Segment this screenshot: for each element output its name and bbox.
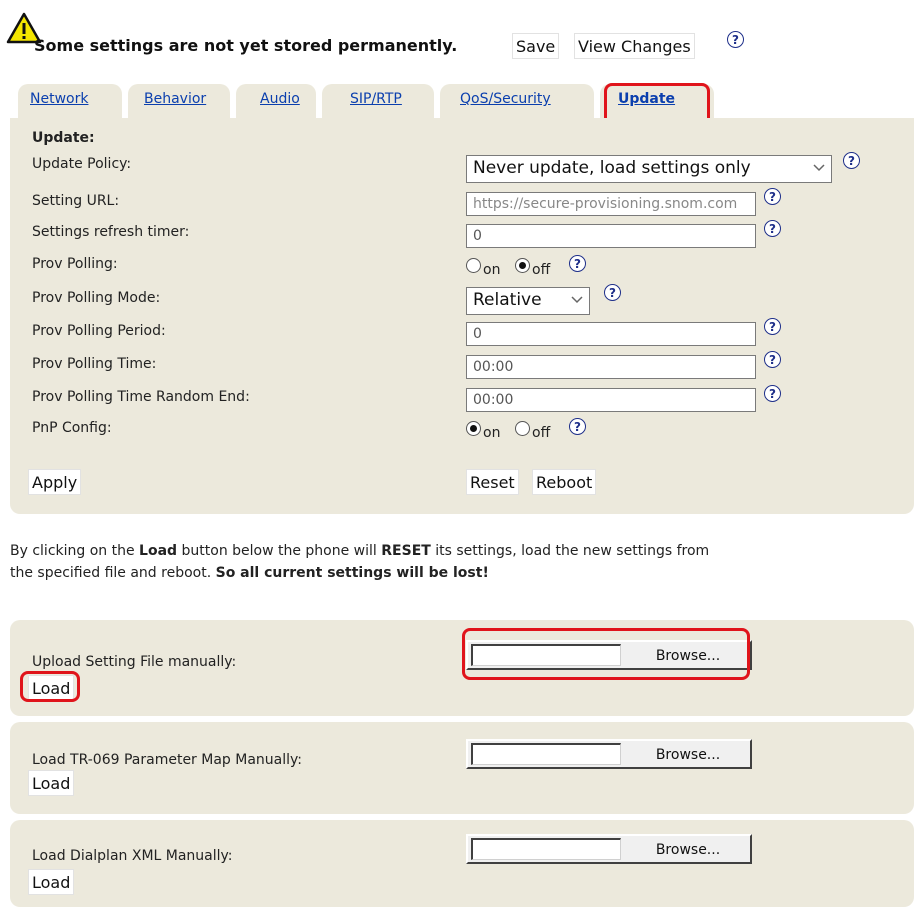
view-changes-button[interactable]: View Changes	[574, 33, 695, 59]
tab-qos-security[interactable]: QoS/Security	[440, 84, 594, 118]
pnp-config-label: PnP Config:	[32, 420, 112, 436]
load-tr069-label: Load TR-069 Parameter Map Manually:	[32, 752, 302, 768]
pnp-config-help-icon[interactable]: ?	[569, 418, 586, 435]
browse-button[interactable]: Browse...	[631, 842, 745, 858]
prov-polling-period-help-icon[interactable]: ?	[764, 318, 781, 335]
prov-polling-help-icon[interactable]: ?	[569, 255, 586, 272]
refresh-timer-help-icon[interactable]: ?	[764, 220, 781, 237]
save-button[interactable]: Save	[512, 33, 560, 59]
prov-polling-mode-value: Relative	[473, 290, 542, 310]
setting-url-field[interactable]: https://secure-provisioning.snom.com	[466, 192, 756, 216]
setting-url-help-icon[interactable]: ?	[764, 188, 781, 205]
file-path-box[interactable]	[471, 838, 621, 860]
tab-behavior[interactable]: Behavior	[128, 84, 230, 118]
pnp-config-on-radio[interactable]	[466, 421, 481, 436]
prov-polling-time-random-end-help-icon[interactable]: ?	[764, 385, 781, 402]
tab-label[interactable]: Audio	[260, 91, 300, 107]
apply-button[interactable]: Apply	[28, 469, 82, 495]
load-warning-line-2: the specified file and reboot. So all cu…	[10, 565, 489, 581]
prov-polling-off-label: off	[532, 262, 551, 278]
load-tr069-file-input[interactable]: Browse...	[466, 739, 752, 769]
reset-button[interactable]: Reset	[466, 469, 519, 495]
update-policy-value: Never update, load settings only	[473, 158, 751, 178]
load-tr069-panel	[10, 722, 914, 814]
upload-setting-file-label: Upload Setting File manually:	[32, 654, 237, 670]
prov-polling-time-field[interactable]: 00:00	[466, 355, 756, 379]
tab-network[interactable]: Network	[18, 84, 122, 118]
pnp-config-off-label: off	[532, 425, 551, 441]
help-icon[interactable]: ?	[727, 31, 744, 48]
prov-polling-on-label: on	[483, 262, 501, 278]
load-warning-text: By clicking on the Load button below the…	[10, 540, 910, 584]
load-button-highlight	[20, 671, 80, 702]
prov-polling-mode-label: Prov Polling Mode:	[32, 290, 161, 306]
file-input-highlight	[462, 628, 750, 680]
prov-polling-time-help-icon[interactable]: ?	[764, 351, 781, 368]
unsaved-settings-message: Some settings are not yet stored permane…	[34, 36, 458, 55]
prov-polling-mode-select[interactable]: Relative	[466, 287, 590, 315]
update-policy-help-icon[interactable]: ?	[843, 152, 860, 169]
prov-polling-period-field[interactable]: 0	[466, 322, 756, 346]
prov-polling-off-radio[interactable]	[515, 258, 530, 273]
file-path-box[interactable]	[471, 743, 621, 765]
prov-polling-time-random-end-field[interactable]: 00:00	[466, 388, 756, 412]
load-dialplan-button[interactable]: Load	[28, 869, 75, 895]
update-heading: Update:	[32, 130, 95, 146]
update-policy-label: Update Policy:	[32, 156, 132, 172]
setting-url-label: Setting URL:	[32, 193, 120, 209]
chevron-down-icon	[813, 164, 825, 172]
tab-label[interactable]: QoS/Security	[460, 91, 551, 107]
refresh-timer-field[interactable]: 0	[466, 224, 756, 248]
refresh-timer-label: Settings refresh timer:	[32, 224, 190, 240]
tab-label[interactable]: SIP/RTP	[350, 91, 402, 107]
load-warning-line-1: By clicking on the Load button below the…	[10, 543, 710, 559]
prov-polling-time-random-end-label: Prov Polling Time Random End:	[32, 389, 250, 405]
tab-label[interactable]: Behavior	[144, 91, 206, 107]
prov-polling-on-radio[interactable]	[466, 258, 481, 273]
pnp-config-on-label: on	[483, 425, 501, 441]
tab-audio[interactable]: Audio	[236, 84, 316, 118]
update-policy-select[interactable]: Never update, load settings only	[466, 155, 832, 183]
load-dialplan-file-input[interactable]: Browse...	[466, 834, 752, 864]
load-tr069-button[interactable]: Load	[28, 770, 75, 796]
pnp-config-off-radio[interactable]	[515, 421, 530, 436]
prov-polling-label: Prov Polling:	[32, 256, 118, 272]
browse-button[interactable]: Browse...	[631, 747, 745, 763]
load-dialplan-label: Load Dialplan XML Manually:	[32, 848, 233, 864]
prov-polling-mode-help-icon[interactable]: ?	[604, 284, 621, 301]
tab-sip-rtp[interactable]: SIP/RTP	[322, 84, 434, 118]
prov-polling-period-label: Prov Polling Period:	[32, 323, 166, 339]
tab-label[interactable]: Network	[30, 91, 88, 107]
chevron-down-icon	[571, 296, 583, 304]
reboot-button[interactable]: Reboot	[532, 469, 597, 495]
prov-polling-time-label: Prov Polling Time:	[32, 356, 157, 372]
